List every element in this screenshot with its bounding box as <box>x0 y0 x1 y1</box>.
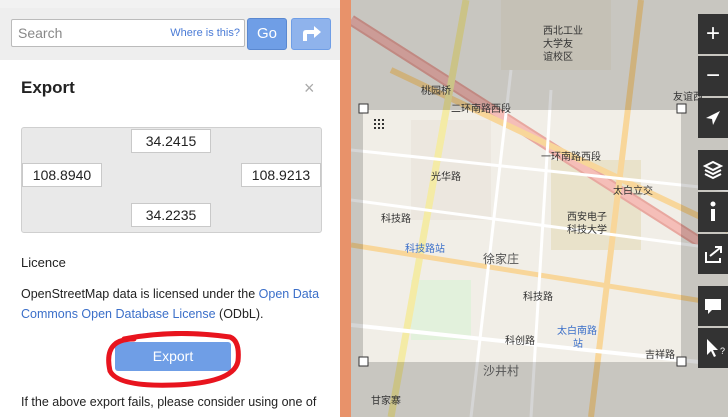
licence-text-before: OpenStreetMap data is licensed under the <box>21 287 259 301</box>
bounding-box-panel: 34.2415 108.8940 108.9213 34.2235 <box>21 127 322 233</box>
note-icon <box>705 299 721 314</box>
search-placeholder: Search <box>18 25 63 41</box>
query-mark: ? <box>719 346 725 356</box>
add-note-button[interactable] <box>698 286 728 326</box>
map-label: 桃园桥 <box>421 86 451 97</box>
map[interactable]: 西北工业 大学友 谊校区 桃园桥 二环南路西段 一环南路西段 太白立交 西安电子… <box>351 0 728 417</box>
export-title: Export <box>21 78 75 97</box>
locate-button[interactable] <box>698 98 728 138</box>
map-label: 站 <box>573 339 583 350</box>
map-key-button[interactable] <box>698 192 728 232</box>
licence-text: OpenStreetMap data is licensed under the… <box>21 284 326 324</box>
map-label: 科技路站 <box>405 244 445 255</box>
search-input[interactable]: Search Where is this? <box>11 19 245 47</box>
search-bar: Search Where is this? Go <box>0 8 340 60</box>
north-coordinate-input[interactable]: 34.2415 <box>131 129 211 153</box>
licence-heading: Licence <box>21 255 66 270</box>
west-coordinate-input[interactable]: 108.8940 <box>22 163 102 187</box>
top-strip <box>0 0 340 8</box>
go-button[interactable]: Go <box>247 18 287 50</box>
export-fail-note: If the above export fails, please consid… <box>21 395 317 409</box>
map-label: 二环南路西段 <box>451 104 511 115</box>
map-label: 吉祥路 <box>645 350 675 361</box>
zoom-in-button[interactable]: + <box>698 14 728 54</box>
directions-button[interactable] <box>291 18 331 50</box>
map-label: 甘家寨 <box>371 396 401 407</box>
directions-icon <box>303 26 321 41</box>
map-label: 徐家庄 <box>483 252 520 266</box>
close-icon[interactable]: × <box>304 78 315 99</box>
map-label: 科技大学 <box>567 225 607 236</box>
query-features-button[interactable]: ? <box>698 328 728 368</box>
annotation-ring <box>106 331 241 388</box>
south-coordinate-input[interactable]: 34.2235 <box>131 203 211 227</box>
map-label: 一环南路西段 <box>541 152 601 163</box>
layers-icon <box>702 160 724 180</box>
sidebar-divider <box>340 0 351 417</box>
info-icon <box>710 201 716 221</box>
map-label: 科创路 <box>505 336 535 347</box>
share-button[interactable] <box>698 234 728 274</box>
share-icon <box>705 246 722 263</box>
map-label: 谊校区 <box>543 52 573 63</box>
map-label: 科技路 <box>381 214 411 225</box>
map-label: 沙井村 <box>483 364 520 378</box>
zoom-out-button[interactable]: − <box>698 56 728 96</box>
layers-button[interactable] <box>698 150 728 190</box>
map-label: 太白立交 <box>613 186 653 197</box>
east-coordinate-input[interactable]: 108.9213 <box>241 163 321 187</box>
map-label: 光华路 <box>431 172 461 183</box>
where-is-this-link[interactable]: Where is this? <box>170 27 240 39</box>
licence-text-after: (ODbL). <box>215 307 264 321</box>
locate-icon <box>706 111 720 125</box>
map-label: 科技路 <box>523 292 553 303</box>
